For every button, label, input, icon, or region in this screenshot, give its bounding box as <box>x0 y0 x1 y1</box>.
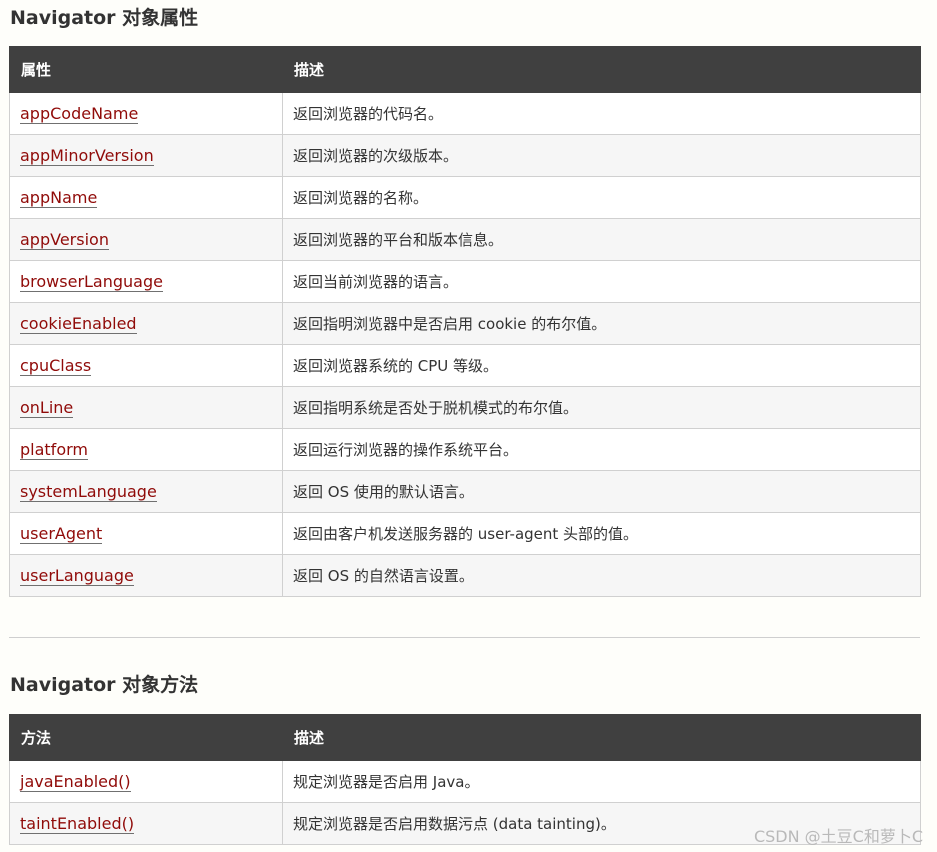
property-name-cell: appMinorVersion <box>9 134 283 177</box>
table-row: javaEnabled() 规定浏览器是否启用 Java。 <box>9 760 921 803</box>
table-row: userAgent 返回由客户机发送服务器的 user-agent 头部的值。 <box>9 512 921 555</box>
property-link-appversion[interactable]: appVersion <box>20 230 109 250</box>
property-name-cell: browserLanguage <box>9 260 283 303</box>
property-description: 返回运行浏览器的操作系统平台。 <box>282 428 921 471</box>
property-description: 返回浏览器的次级版本。 <box>282 134 921 177</box>
method-name-cell: javaEnabled() <box>9 760 283 803</box>
table-row: userLanguage 返回 OS 的自然语言设置。 <box>9 554 921 597</box>
properties-table: 属性 描述 appCodeName 返回浏览器的代码名。 appMinorVer… <box>9 46 921 597</box>
property-name-cell: appCodeName <box>9 92 283 135</box>
column-header-description: 描述 <box>282 46 921 93</box>
method-name-cell: taintEnabled() <box>9 802 283 845</box>
property-description: 返回浏览器系统的 CPU 等级。 <box>282 344 921 387</box>
property-name-cell: appVersion <box>9 218 283 261</box>
table-row: platform 返回运行浏览器的操作系统平台。 <box>9 428 921 471</box>
property-name-cell: onLine <box>9 386 283 429</box>
property-name-cell: cpuClass <box>9 344 283 387</box>
property-link-cookieenabled[interactable]: cookieEnabled <box>20 314 137 334</box>
property-description: 返回浏览器的名称。 <box>282 176 921 219</box>
method-link-javaenabled[interactable]: javaEnabled() <box>20 772 131 792</box>
property-description: 返回 OS 使用的默认语言。 <box>282 470 921 513</box>
property-description: 返回 OS 的自然语言设置。 <box>282 554 921 597</box>
property-name-cell: cookieEnabled <box>9 302 283 345</box>
section-divider <box>9 637 920 638</box>
property-name-cell: userLanguage <box>9 554 283 597</box>
property-link-systemlanguage[interactable]: systemLanguage <box>20 482 157 502</box>
property-name-cell: userAgent <box>9 512 283 555</box>
table-row: appMinorVersion 返回浏览器的次级版本。 <box>9 134 921 177</box>
property-link-appname[interactable]: appName <box>20 188 98 208</box>
column-header-description: 描述 <box>282 714 921 761</box>
table-row: onLine 返回指明系统是否处于脱机模式的布尔值。 <box>9 386 921 429</box>
table-row: browserLanguage 返回当前浏览器的语言。 <box>9 260 921 303</box>
property-link-online[interactable]: onLine <box>20 398 74 418</box>
property-link-userlanguage[interactable]: userLanguage <box>20 566 134 586</box>
table-row: systemLanguage 返回 OS 使用的默认语言。 <box>9 470 921 513</box>
property-name-cell: appName <box>9 176 283 219</box>
method-description: 规定浏览器是否启用 Java。 <box>282 760 921 803</box>
property-description: 返回浏览器的代码名。 <box>282 92 921 135</box>
property-name-cell: platform <box>9 428 283 471</box>
properties-section-title: Navigator 对象属性 <box>10 7 199 29</box>
property-description: 返回浏览器的平台和版本信息。 <box>282 218 921 261</box>
method-link-taintenabled[interactable]: taintEnabled() <box>20 814 135 834</box>
table-row: cpuClass 返回浏览器系统的 CPU 等级。 <box>9 344 921 387</box>
methods-table-header-row: 方法 描述 <box>9 714 921 761</box>
property-link-platform[interactable]: platform <box>20 440 88 460</box>
property-name-cell: systemLanguage <box>9 470 283 513</box>
table-row: appName 返回浏览器的名称。 <box>9 176 921 219</box>
property-link-appcodename[interactable]: appCodeName <box>20 104 139 124</box>
property-link-useragent[interactable]: userAgent <box>20 524 103 544</box>
csdn-watermark: CSDN @土豆C和萝卜C <box>753 827 923 846</box>
property-description: 返回由客户机发送服务器的 user-agent 头部的值。 <box>282 512 921 555</box>
property-description: 返回指明浏览器中是否启用 cookie 的布尔值。 <box>282 302 921 345</box>
property-link-cpuclass[interactable]: cpuClass <box>20 356 92 376</box>
column-header-method: 方法 <box>9 714 283 761</box>
column-header-property: 属性 <box>9 46 283 93</box>
properties-table-header-row: 属性 描述 <box>9 46 921 93</box>
property-description: 返回当前浏览器的语言。 <box>282 260 921 303</box>
table-row: cookieEnabled 返回指明浏览器中是否启用 cookie 的布尔值。 <box>9 302 921 345</box>
property-link-browserlanguage[interactable]: browserLanguage <box>20 272 163 292</box>
property-description: 返回指明系统是否处于脱机模式的布尔值。 <box>282 386 921 429</box>
property-link-appminorversion[interactable]: appMinorVersion <box>20 146 154 166</box>
table-row: appCodeName 返回浏览器的代码名。 <box>9 92 921 135</box>
table-row: appVersion 返回浏览器的平台和版本信息。 <box>9 218 921 261</box>
methods-section-title: Navigator 对象方法 <box>10 674 199 696</box>
